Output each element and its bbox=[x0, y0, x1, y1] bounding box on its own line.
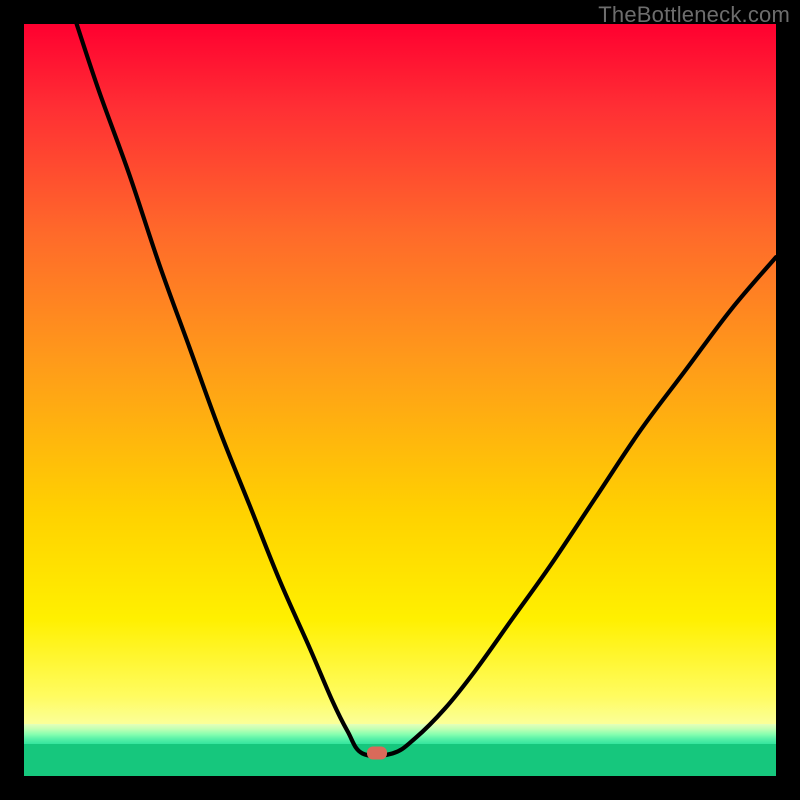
plot-area bbox=[24, 24, 776, 776]
chart-frame: TheBottleneck.com bbox=[0, 0, 800, 800]
optimum-marker bbox=[367, 747, 387, 760]
bottleneck-curve bbox=[24, 24, 776, 776]
